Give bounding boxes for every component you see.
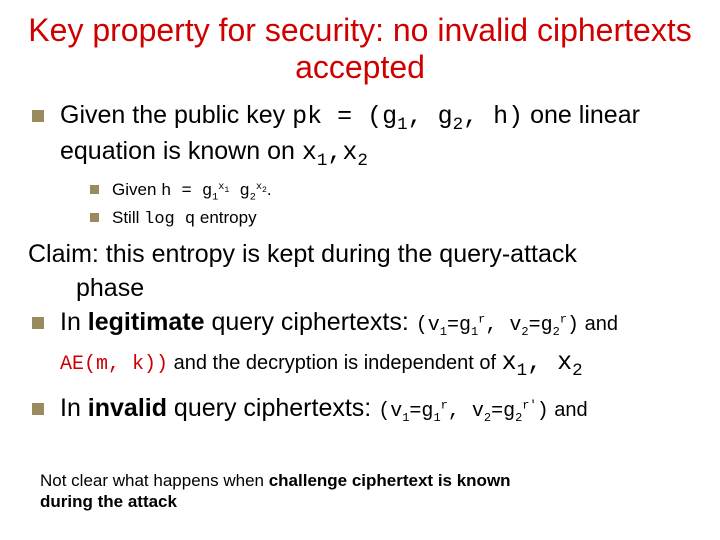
- t: =g: [491, 400, 515, 423]
- x2: x2: [342, 138, 368, 167]
- t: x: [342, 138, 357, 167]
- exp: x1: [218, 182, 229, 193]
- exp: x2: [256, 182, 267, 193]
- sub: 1: [317, 151, 328, 171]
- sub: 1: [212, 193, 218, 204]
- bullet-3: In invalid query ciphertexts: (v1=g1r, v…: [28, 393, 692, 426]
- t: pk = (g: [292, 102, 397, 131]
- footnote: Not clear what happens when challenge ci…: [40, 470, 680, 513]
- claim-line-2: phase: [28, 273, 692, 303]
- claim-line-1: Claim: this entropy is kept during the q…: [28, 239, 692, 269]
- sub: 2: [453, 115, 464, 135]
- ae-expr: AE(m, k)): [60, 353, 168, 376]
- e: r: [560, 312, 567, 326]
- t: In: [60, 308, 88, 336]
- s: 2: [484, 411, 491, 425]
- s: 1: [440, 325, 447, 339]
- t: and the decryption is independent of: [168, 352, 502, 374]
- t: ,: [327, 138, 342, 167]
- s: 1: [471, 325, 478, 339]
- e: r': [522, 398, 536, 412]
- t: x: [302, 138, 317, 167]
- sub-bullet-1: Given h = g1x1 g2x2.: [88, 179, 692, 205]
- t: =g: [529, 314, 553, 337]
- s: 2: [515, 411, 522, 425]
- t: h = g: [161, 182, 212, 201]
- sub: 2: [357, 151, 368, 171]
- sub: 2: [250, 193, 256, 204]
- t: , v: [485, 314, 521, 337]
- t: query ciphertexts:: [167, 394, 378, 422]
- t: , v: [448, 400, 484, 423]
- t: ): [537, 400, 549, 423]
- bullet-1: Given the public key pk = (g1, g2, h) on…: [28, 100, 692, 231]
- ct-expr-2: (v1=g1r, v2=g2r'): [378, 400, 549, 423]
- e: r: [441, 398, 448, 412]
- ct-expr: (v1=g1r, v2=g2r): [416, 314, 579, 337]
- bullet-list-2: In legitimate query ciphertexts: (v1=g1r…: [28, 307, 692, 426]
- s: 2: [521, 325, 528, 339]
- t: challenge ciphertext is known: [269, 471, 511, 490]
- slide: Key property for security: no invalid ci…: [0, 0, 720, 540]
- t: x: [557, 348, 572, 377]
- s: 2: [553, 325, 560, 339]
- slide-title: Key property for security: no invalid ci…: [28, 12, 692, 86]
- bullet-2: In legitimate query ciphertexts: (v1=g1r…: [28, 307, 692, 383]
- x1b: x1: [502, 348, 528, 377]
- legitimate: legitimate: [88, 308, 205, 336]
- t: ): [567, 314, 579, 337]
- t: =g: [409, 400, 433, 423]
- t: (v: [416, 314, 440, 337]
- sub-bullet-2: Still log q entropy: [88, 207, 692, 231]
- s: 1: [517, 361, 528, 381]
- t: and: [549, 399, 588, 421]
- t: query ciphertexts:: [205, 308, 416, 336]
- t: during the attack: [40, 492, 177, 511]
- s: 1: [433, 411, 440, 425]
- text: Given the public key: [60, 101, 292, 129]
- t: (v: [378, 400, 402, 423]
- t: Not clear what happens when: [40, 471, 269, 490]
- t: and: [579, 313, 618, 335]
- logq: log q: [144, 210, 195, 229]
- t: ,: [527, 348, 557, 377]
- h-expr: h = g1x1 g2x2: [161, 182, 267, 201]
- sub-bullet-list: Given h = g1x1 g2x2. Still log q entropy: [60, 179, 692, 231]
- pk-expr: pk = (g1, g2, h): [292, 102, 523, 131]
- t: , h): [463, 102, 523, 131]
- t: In: [60, 394, 88, 422]
- x2b: x2: [557, 348, 583, 377]
- sub: 1: [397, 115, 408, 135]
- t: Still: [112, 208, 144, 227]
- x1: x1: [302, 138, 328, 167]
- t: entropy: [195, 208, 256, 227]
- bullet-list: Given the public key pk = (g1, g2, h) on…: [28, 100, 692, 231]
- t: x: [502, 348, 517, 377]
- t: , g: [408, 102, 453, 131]
- s: 2: [572, 361, 583, 381]
- t: g: [229, 182, 249, 201]
- invalid: invalid: [88, 394, 167, 422]
- t: Given: [112, 180, 161, 199]
- t: .: [267, 180, 272, 199]
- t: =g: [447, 314, 471, 337]
